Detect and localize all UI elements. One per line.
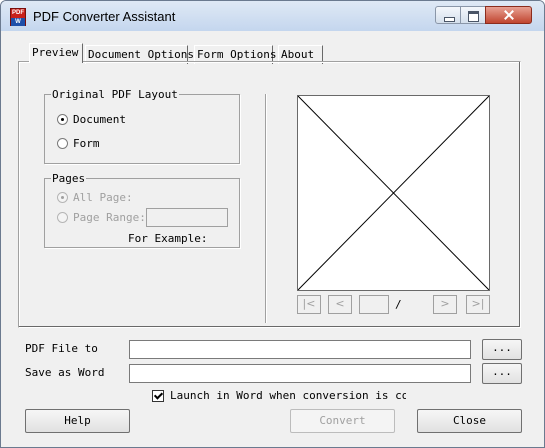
tab-preview[interactable]: Preview [29,43,83,63]
first-page-button[interactable]: |< [297,295,321,314]
page-preview [297,95,490,291]
pdf-file-label: PDF File to [25,342,98,355]
radio-document[interactable] [57,114,68,125]
minimize-button[interactable] [435,6,461,24]
radio-form-label[interactable]: Form [73,137,100,150]
page-range-input[interactable] [146,208,228,227]
app-icon-label-top: PDF [12,10,24,16]
pdf-to-word-app-icon: PDF W [10,8,26,26]
window-title: PDF Converter Assistant [33,9,176,24]
launch-word-label[interactable]: Launch in Word when conversion is comple [170,389,406,402]
save-as-word-label: Save as Word [25,366,105,379]
browse-word-button[interactable]: ... [482,363,522,384]
prev-page-button[interactable]: < [328,295,352,314]
close-window-button[interactable] [485,6,532,24]
radio-page-range[interactable] [57,212,68,223]
save-as-word-input[interactable] [129,364,471,383]
browse-pdf-button[interactable]: ... [482,339,522,360]
radio-document-label[interactable]: Document [73,113,126,126]
page-separator: / [395,298,402,311]
example-label: For Example: [128,232,208,245]
convert-button[interactable]: Convert [290,409,395,433]
close-button[interactable]: Close [417,409,522,433]
help-button[interactable]: Help [25,409,130,433]
page-number-field[interactable] [359,295,389,314]
layout-group: Original PDF Layout [44,88,240,164]
maximize-button[interactable] [460,6,486,24]
next-page-button[interactable]: > [433,295,457,314]
radio-page-range-label[interactable]: Page Range: [73,211,146,224]
app-window: PDF W PDF Converter Assistant Preview Doc… [0,0,545,448]
app-icon-label-bottom: W [11,18,25,26]
layout-group-legend: Original PDF Layout [52,88,178,101]
pages-group-legend: Pages [52,172,86,185]
launch-word-checkbox[interactable] [152,390,164,402]
title-bar[interactable]: PDF W PDF Converter Assistant [1,1,544,31]
last-page-button[interactable]: >| [466,295,490,314]
radio-all-pages-label[interactable]: All Page: [73,191,133,204]
radio-form[interactable] [57,138,68,149]
empty-preview-cross-icon [298,96,489,290]
radio-all-pages[interactable] [57,192,68,203]
pdf-file-input[interactable] [129,340,471,359]
vertical-divider [265,94,267,323]
